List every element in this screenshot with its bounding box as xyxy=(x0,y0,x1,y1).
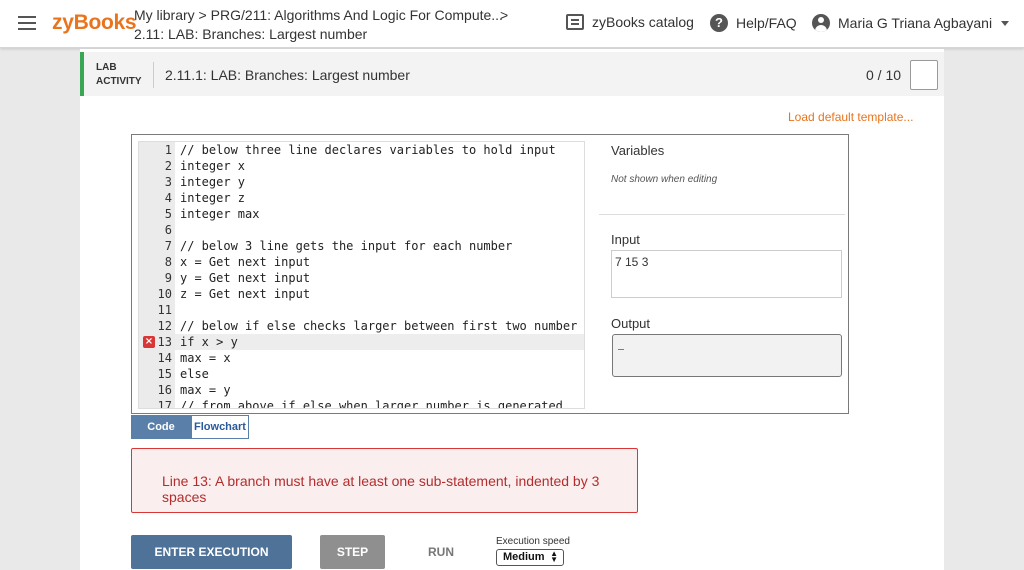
line-number: 1 xyxy=(139,142,175,158)
line-number: 11 xyxy=(139,302,175,318)
code-text: // from above if else when larger number… xyxy=(180,399,563,409)
step-button[interactable]: STEP xyxy=(320,535,385,569)
code-line[interactable]: 14 max = x xyxy=(139,350,584,366)
breadcrumb-section: 2.11: LAB: Branches: Largest number xyxy=(134,26,368,42)
execution-speed-label: Execution speed xyxy=(496,536,570,547)
activity-header: LAB ACTIVITY 2.11.1: LAB: Branches: Larg… xyxy=(80,52,944,96)
error-message: Line 13: A branch must have at least one… xyxy=(162,473,600,505)
code-line[interactable]: 15 else xyxy=(139,366,584,382)
code-line[interactable]: 16 max = y xyxy=(139,382,584,398)
side-panel: Variables Not shown when editing Input 7… xyxy=(599,135,849,413)
code-line[interactable]: 7 // below 3 line gets the input for each… xyxy=(139,238,584,254)
user-menu[interactable]: Maria G Triana Agbayani xyxy=(812,14,1010,32)
enter-execution-button[interactable]: ENTER EXECUTION xyxy=(131,535,292,569)
line-number: 7 xyxy=(139,238,175,254)
code-text: y = Get next input xyxy=(180,271,311,285)
lab-activity-card: LAB ACTIVITY 2.11.1: LAB: Branches: Larg… xyxy=(80,49,944,570)
completion-box xyxy=(910,60,938,90)
code-text: if x > y xyxy=(180,335,238,349)
code-line[interactable]: 8 x = Get next input xyxy=(139,254,584,270)
error-message-box: Line 13: A branch must have at least one… xyxy=(131,448,638,513)
code-line[interactable]: 2 integer x xyxy=(139,158,584,174)
chevron-down-icon xyxy=(1001,20,1010,26)
zybooks-logo[interactable]: zyBooks xyxy=(52,11,137,35)
code-line[interactable]: 4 integer z xyxy=(139,190,584,206)
code-line[interactable]: 10 z = Get next input xyxy=(139,286,584,302)
code-line[interactable]: 9 y = Get next input xyxy=(139,270,584,286)
catalog-icon xyxy=(566,14,584,30)
code-line[interactable]: 11 xyxy=(139,302,584,318)
menu-icon[interactable] xyxy=(18,16,36,30)
code-text: // below three line declares variables t… xyxy=(180,143,556,157)
line-number: 6 xyxy=(139,222,175,238)
code-line[interactable]: 17 // from above if else when larger numb… xyxy=(139,398,584,409)
run-button[interactable]: RUN xyxy=(413,535,469,569)
line-number: 12 xyxy=(139,318,175,334)
line-number: 17 xyxy=(139,398,175,408)
workspace: 1 // below three line declares variables … xyxy=(131,134,849,414)
code-line[interactable]: 6 xyxy=(139,222,584,238)
output-cursor xyxy=(618,349,624,350)
select-arrows-icon: ▲ ▼ xyxy=(550,549,558,564)
code-text: integer z xyxy=(180,191,246,205)
code-line[interactable]: 5 integer max xyxy=(139,206,584,222)
help-link[interactable]: ? Help/FAQ xyxy=(710,14,797,32)
line-number: 14 xyxy=(139,350,175,366)
code-text: // below if else checks larger between f… xyxy=(180,319,578,333)
line-number: 5 xyxy=(139,206,175,222)
output-title: Output xyxy=(611,316,651,331)
input-title: Input xyxy=(611,232,640,247)
variables-title: Variables xyxy=(611,143,665,158)
activity-title: 2.11.1: LAB: Branches: Largest number xyxy=(165,67,410,83)
code-editor[interactable]: 1 // below three line declares variables … xyxy=(138,141,585,409)
line-number: 4 xyxy=(139,190,175,206)
code-text: integer max xyxy=(180,207,260,221)
line-number: 15 xyxy=(139,366,175,382)
user-icon xyxy=(812,14,830,32)
line-number: 2 xyxy=(139,158,175,174)
activity-type: LAB ACTIVITY xyxy=(96,62,142,87)
breadcrumb-chevron[interactable]: > xyxy=(500,7,508,23)
breadcrumb-path[interactable]: My library > PRG/211: Algorithms And Log… xyxy=(134,7,503,23)
line-number: 10 xyxy=(139,286,175,302)
variables-note: Not shown when editing xyxy=(611,174,718,185)
code-text: // below 3 line gets the input for each … xyxy=(180,239,513,253)
line-number: 3 xyxy=(139,174,175,190)
code-text: max = x xyxy=(180,351,231,365)
help-icon: ? xyxy=(710,14,728,32)
code-text: max = y xyxy=(180,383,231,397)
code-line[interactable]: 1 // below three line declares variables … xyxy=(139,142,584,158)
code-line[interactable]: 12 // below if else checks larger between… xyxy=(139,318,584,334)
code-line[interactable]: 3 integer y xyxy=(139,174,584,190)
catalog-label: zyBooks catalog xyxy=(592,14,694,30)
execution-speed-value: Medium xyxy=(503,551,545,563)
top-bar: zyBooks My library > PRG/211: Algorithms… xyxy=(0,0,1024,48)
execution-speed-select[interactable]: Medium ▲ ▼ xyxy=(496,549,564,566)
catalog-link[interactable]: zyBooks catalog xyxy=(566,14,694,30)
code-line[interactable]: 13 × if x > y xyxy=(139,334,584,350)
load-default-template-link[interactable]: Load default template... xyxy=(788,110,913,124)
output-area xyxy=(612,334,842,377)
line-number: 16 xyxy=(139,382,175,398)
user-name: Maria G Triana Agbayani xyxy=(838,15,993,31)
code-text: else xyxy=(180,367,209,381)
input-field[interactable]: 7 15 3 xyxy=(611,250,842,298)
line-number: 9 xyxy=(139,270,175,286)
line-number: 8 xyxy=(139,254,175,270)
tab-code[interactable]: Code xyxy=(131,415,191,439)
code-text: x = Get next input xyxy=(180,255,311,269)
panel-divider xyxy=(599,214,845,215)
score: 0 / 10 xyxy=(866,67,902,83)
tab-flowchart[interactable]: Flowchart xyxy=(191,415,249,439)
code-text: z = Get next input xyxy=(180,287,311,301)
header-divider xyxy=(153,62,154,88)
code-text: integer x xyxy=(180,159,246,173)
error-icon[interactable]: × xyxy=(143,336,155,348)
help-label: Help/FAQ xyxy=(736,15,797,31)
code-text: integer y xyxy=(180,175,246,189)
